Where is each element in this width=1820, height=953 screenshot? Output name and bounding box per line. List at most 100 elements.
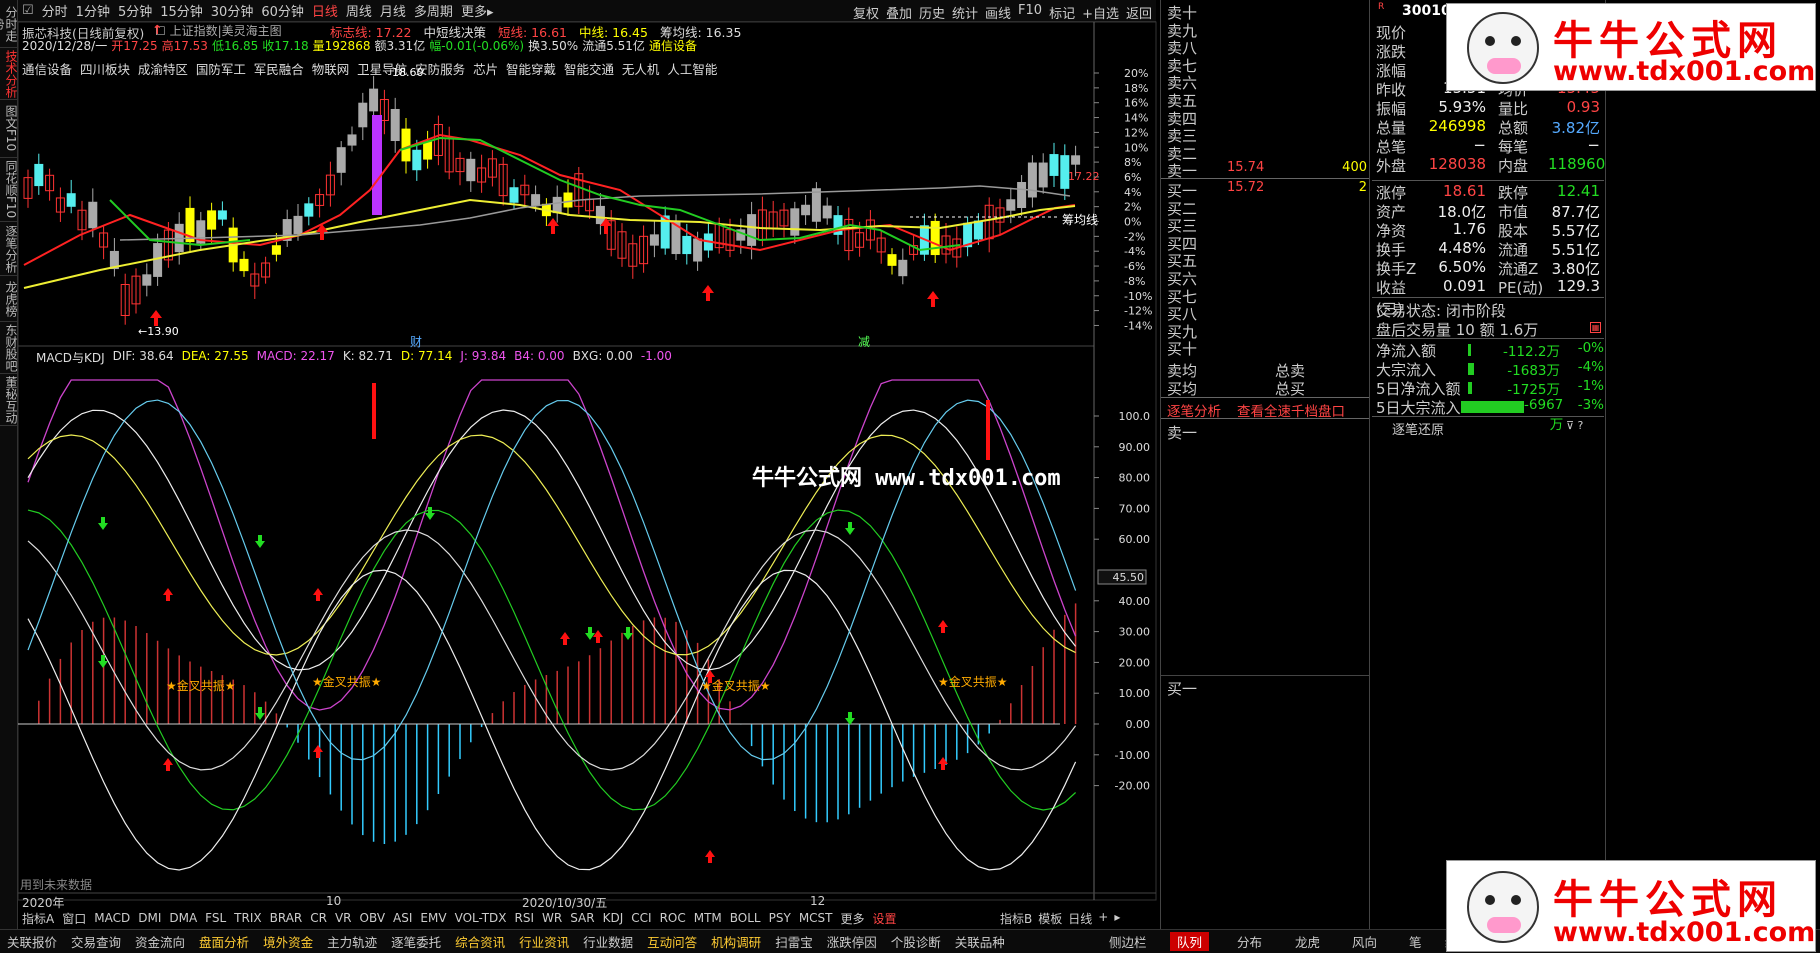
bid-row[interactable]: 买九 [1167, 321, 1367, 341]
indicator-tab-5[interactable]: FSL [201, 911, 230, 925]
candle-body [1038, 162, 1048, 188]
bottom-tab-6[interactable]: 逐笔委托 [384, 932, 448, 951]
buy-arrow-icon [560, 632, 570, 645]
price-axis-label: 20% [1124, 67, 1148, 80]
ask-label: 卖三 [1167, 127, 1198, 146]
bottom-right-tab-3[interactable]: 龙虎 [1288, 932, 1327, 951]
ask-row[interactable]: 卖四 [1167, 108, 1367, 128]
bottom-tab-10[interactable]: 互动问答 [640, 932, 704, 951]
buy-arrow-icon [705, 850, 715, 863]
ask-row[interactable]: 卖六 [1167, 72, 1367, 92]
ask-row[interactable]: 卖七 [1167, 55, 1367, 75]
bid-volume: 2 [1358, 180, 1367, 195]
bottom-right-tab-2[interactable]: 分布 [1230, 932, 1269, 951]
filter-icon[interactable]: ⊽ ? [1566, 419, 1583, 432]
bottom-tab-5[interactable]: 主力轨迹 [320, 932, 384, 951]
bottom-tab-15[interactable]: 关联品种 [948, 932, 1012, 951]
bottom-tab-0[interactable]: 关联报价 [0, 932, 64, 951]
ask-row[interactable]: 卖一 15.74 400 [1167, 160, 1367, 180]
quote-panel: 300101R现价1涨跌涨幅1昨收15.51均价15.45振幅5.93%量比0.… [1372, 0, 1606, 929]
indicator-tab-16[interactable]: SAR [566, 911, 598, 925]
bid-row[interactable]: 买二 [1167, 198, 1367, 218]
candle-body [412, 149, 422, 171]
quote-row: 换手Z 6.50% 流通Z 3.80亿 [1376, 258, 1604, 278]
quote-key-2: 股本 [1498, 222, 1529, 240]
bottom-tab-3[interactable]: 盘面分析 [192, 932, 256, 951]
flow-value: -1683万 [1507, 363, 1560, 379]
bid-row[interactable]: 买十 [1167, 338, 1367, 358]
indicator-tab-24[interactable]: 更多 [837, 910, 869, 927]
bid-row[interactable]: 买一 15.72 2 [1167, 180, 1367, 200]
indicator-tab-25[interactable]: 设置 [869, 910, 901, 927]
indicator-tab-17[interactable]: KDJ [599, 911, 628, 925]
indicator-tab-11[interactable]: ASI [389, 911, 416, 925]
bottom-tab-12[interactable]: 扫雷宝 [768, 932, 820, 951]
indicator-tab-10[interactable]: OBV [356, 911, 390, 925]
bottom-tab-7[interactable]: 综合资讯 [448, 932, 512, 951]
indicator-tab-13[interactable]: VOL-TDX [451, 911, 511, 925]
divider [1372, 180, 1604, 181]
indicator-tab-23[interactable]: MCST [795, 911, 837, 925]
bottom-tab-14[interactable]: 个股诊断 [884, 932, 948, 951]
bottom-tab-13[interactable]: 涨跌停因 [820, 932, 884, 951]
bid-row[interactable]: 买六 [1167, 268, 1367, 288]
indicator-tab-6[interactable]: TRIX [230, 911, 265, 925]
indicator-tab-22[interactable]: PSY [765, 911, 795, 925]
concept-tags: 通信设备 四川板块 成渝特区 国防军工 军民融合 物联网 卫星导航 安防服务 芯… [22, 62, 718, 77]
bottom-right-tab-5[interactable]: 笔 [1402, 932, 1429, 951]
indicator-right-3[interactable]: + [1098, 910, 1108, 927]
avg-label: 买均 [1167, 379, 1198, 398]
bottom-right-tab-0[interactable]: 侧边栏 [1102, 932, 1154, 951]
indicator-tab-1[interactable]: 窗口 [58, 910, 90, 927]
indicator-tab-15[interactable]: WR [538, 911, 566, 925]
price-axis-label: -14% [1124, 319, 1152, 332]
ask-row[interactable]: 卖八 [1167, 37, 1367, 57]
indicator-tab-2[interactable]: MACD [90, 911, 134, 925]
ask-row[interactable]: 卖二 [1167, 143, 1367, 163]
indicator-tab-18[interactable]: CCI [627, 911, 655, 925]
ask-row[interactable]: 卖五 [1167, 90, 1367, 110]
indicator-tab-19[interactable]: ROC [656, 911, 690, 925]
bid-row[interactable]: 买四 [1167, 233, 1367, 253]
calendar-icon[interactable]: ▦ [1590, 322, 1601, 333]
ask-row[interactable]: 卖十 [1167, 2, 1367, 22]
indicator-tab-14[interactable]: RSI [511, 911, 539, 925]
indicator-right-1[interactable]: 模板 [1038, 910, 1062, 927]
bid-row[interactable]: 买三 [1167, 215, 1367, 235]
bottom-tab-8[interactable]: 行业资讯 [512, 932, 576, 951]
bottom-right-tab-1[interactable]: 队列 [1170, 932, 1210, 951]
indicator-right-2[interactable]: 日线 [1068, 910, 1092, 927]
quote-value: 4.48% [1438, 239, 1486, 257]
candle-body [217, 210, 227, 220]
ohlc-info: 2020/12/28/一 开17.25 高17.53 低16.85 收17.18 量192… [22, 37, 697, 54]
bottom-tab-1[interactable]: 交易查询 [64, 932, 128, 951]
orderbook-link-0[interactable]: 逐笔分析 [1167, 400, 1221, 420]
indicator-tab-21[interactable]: BOLL [726, 911, 765, 925]
bottom-tab-11[interactable]: 机构调研 [704, 932, 768, 951]
watermark-url: www.tdx001.com [1553, 56, 1816, 87]
bottom-right-tab-4[interactable]: 风向 [1345, 932, 1384, 951]
bid-row[interactable]: 买八 [1167, 303, 1367, 323]
indicator-right-0[interactable]: 指标B [1000, 910, 1032, 927]
indicator-tab-20[interactable]: MTM [690, 911, 726, 925]
quote-row: 净资 1.76 股本 5.57亿 [1376, 220, 1604, 240]
bottom-tab-4[interactable]: 境外资金 [256, 932, 320, 951]
flow-key: 净流入额 [1376, 342, 1437, 360]
indicator-tab-3[interactable]: DMI [134, 911, 165, 925]
ask-row[interactable]: 卖三 [1167, 125, 1367, 146]
bid-row[interactable]: 买七 [1167, 286, 1367, 306]
indicator-tab-9[interactable]: VR [331, 911, 356, 925]
ask-row[interactable]: 卖九 [1167, 20, 1367, 40]
indicator-tab-7[interactable]: BRAR [266, 911, 307, 925]
indicator-tab-8[interactable]: CR [306, 911, 331, 925]
bid-row[interactable]: 买五 [1167, 250, 1367, 270]
indicator-tab-12[interactable]: EMV [416, 911, 450, 925]
orderbook-link-1[interactable]: 查看全速千档盘口 [1237, 400, 1345, 420]
bottom-tab-2[interactable]: 资金流向 [128, 932, 192, 951]
low-price-label: ←13.90 [138, 325, 179, 338]
bottom-tab-9[interactable]: 行业数据 [576, 932, 640, 951]
indicator-tab-0[interactable]: 指标A [18, 910, 58, 927]
indicator-tab-4[interactable]: DMA [165, 911, 201, 925]
indicator-right-4[interactable]: ▸ [1114, 910, 1120, 927]
buy-arrow-icon [593, 630, 603, 643]
